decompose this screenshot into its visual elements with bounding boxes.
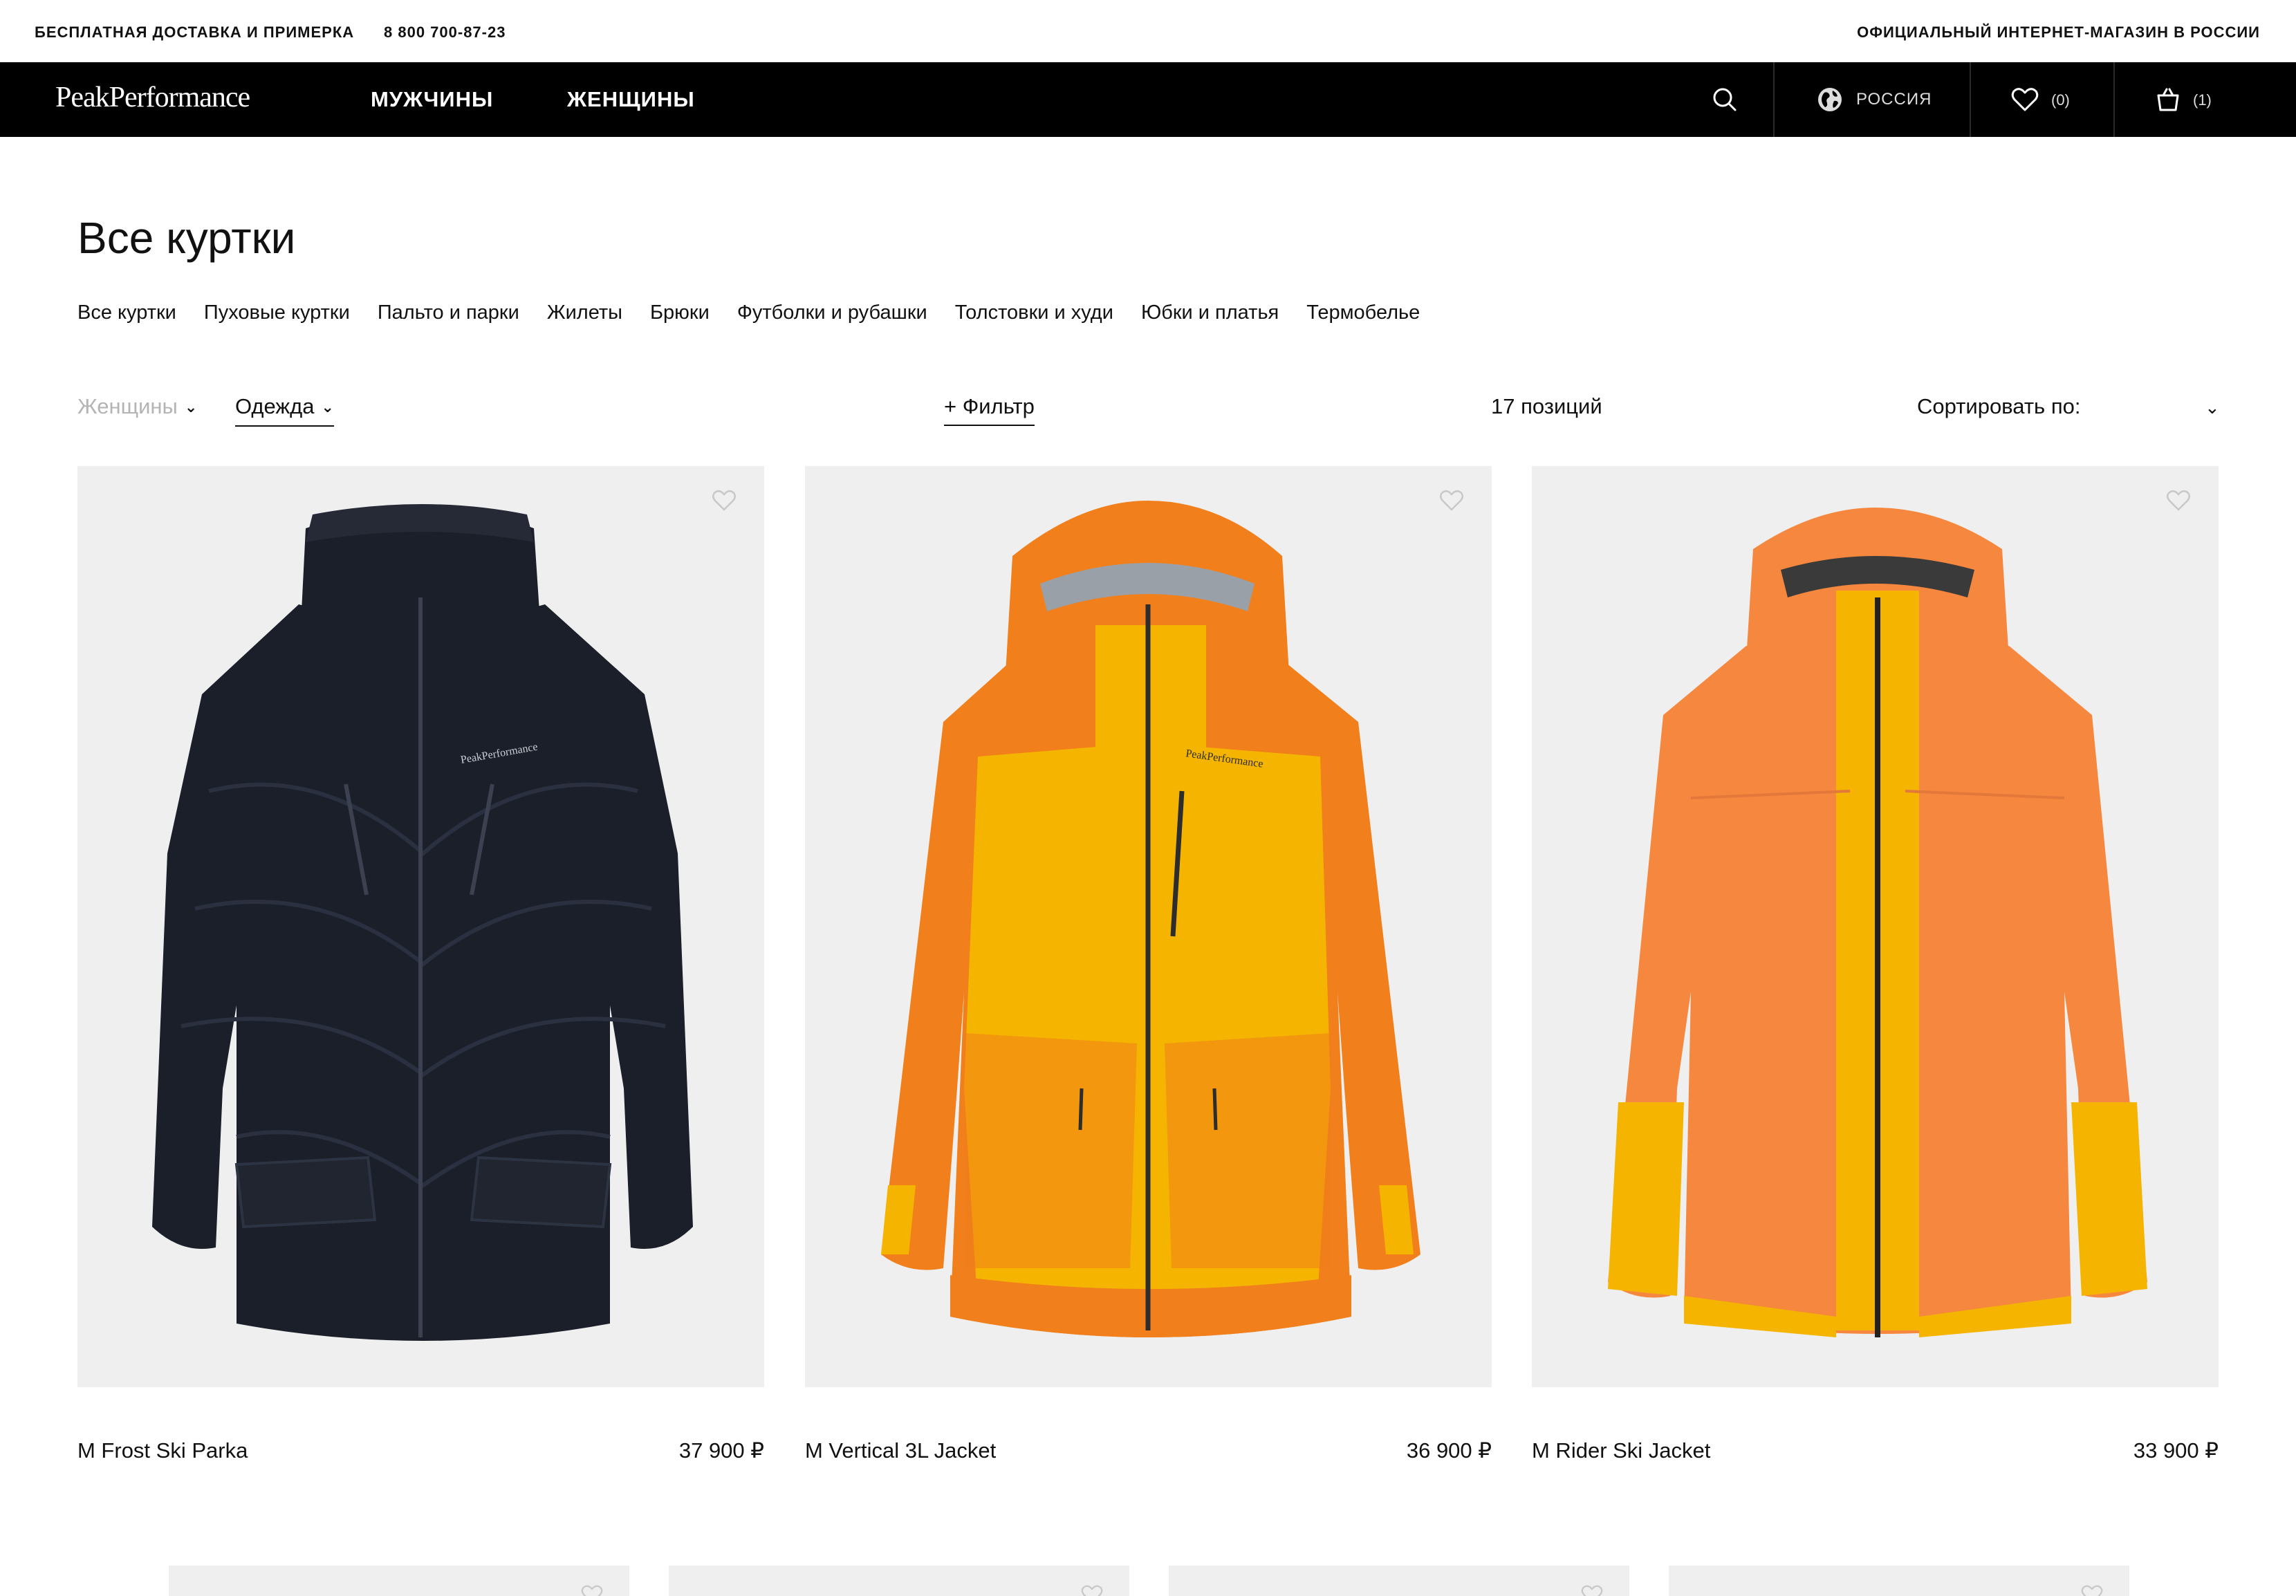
- wishlist-heart-icon[interactable]: [2165, 487, 2192, 514]
- chevron-down-icon: ⌄: [321, 398, 334, 416]
- parka-image: PeakPerformance: [152, 504, 693, 1341]
- category-dropdown-label: Одежда: [235, 394, 315, 418]
- subcategory-vests[interactable]: Жилеты: [547, 299, 622, 326]
- gender-dropdown[interactable]: Женщины ⌄: [77, 389, 197, 425]
- nav-divider: [2113, 62, 2115, 137]
- jacket-image: PeakPerformance: [881, 501, 1420, 1337]
- product-card-partial[interactable]: [1669, 1566, 2129, 1596]
- product-image[interactable]: PeakPerformance: [805, 466, 1492, 1387]
- subcategory-coats-parkas[interactable]: Пальто и парки: [378, 299, 519, 326]
- filter-button[interactable]: + Фильтр: [944, 389, 1035, 426]
- nav-men-link[interactable]: МУЖЧИНЫ: [371, 87, 493, 112]
- product-card[interactable]: M Rider Ski Jacket 33 900 ₽: [1532, 466, 2219, 1463]
- product-card-partial[interactable]: [169, 1566, 629, 1596]
- sort-dropdown-label[interactable]: Сортировать по:: [1917, 389, 2080, 425]
- results-count: 17 позиций: [1491, 394, 1602, 418]
- product-card[interactable]: PeakPerformance M Frost Ski Parka 37 900…: [77, 466, 764, 1463]
- globe-icon: [1818, 88, 1842, 111]
- subcategory-pants[interactable]: Брюки: [650, 299, 710, 326]
- wishlist-heart-icon[interactable]: [1080, 1582, 1104, 1596]
- wishlist-heart-icon[interactable]: [1438, 487, 1465, 514]
- subcategory-tshirts-shirts[interactable]: Футболки и рубашки: [737, 299, 927, 326]
- heart-icon: [2011, 88, 2039, 111]
- wishlist-count: (0): [2051, 91, 2070, 109]
- filter-bar: Женщины ⌄ Одежда ⌄ + Фильтр 17 позиций Сор…: [0, 389, 2296, 430]
- product-price: 33 900 ₽: [2133, 1438, 2219, 1463]
- free-delivery-notice: БЕСПЛАТНАЯ ДОСТАВКА И ПРИМЕРКА: [35, 24, 355, 41]
- subcategory-baselayers[interactable]: Термобелье: [1306, 299, 1420, 326]
- subcategory-down-jackets[interactable]: Пуховые куртки: [204, 299, 350, 326]
- cart-count: (1): [2193, 91, 2212, 109]
- wishlist-heart-icon[interactable]: [580, 1582, 604, 1596]
- nav-women-link[interactable]: ЖЕНЩИНЫ: [567, 87, 695, 112]
- wishlist-heart-icon[interactable]: [710, 487, 738, 514]
- nav-divider: [1773, 62, 1775, 137]
- product-name[interactable]: M Rider Ski Jacket: [1532, 1437, 1710, 1465]
- product-card-partial[interactable]: [669, 1566, 1129, 1596]
- product-price: 37 900 ₽: [678, 1438, 764, 1463]
- product-card[interactable]: PeakPerformance M Vertical 3L Jacket 36 …: [805, 466, 1492, 1463]
- wishlist-button[interactable]: (0): [2010, 83, 2100, 116]
- subcategory-nav: Все куртки Пуховые куртки Пальто и парки…: [77, 299, 1420, 326]
- chevron-down-icon: ⌄: [184, 398, 198, 416]
- phone-number-link[interactable]: 8 800 700-87-23: [384, 24, 506, 41]
- wishlist-heart-icon[interactable]: [2080, 1582, 2104, 1596]
- subcategory-all-jackets[interactable]: Все куртки: [77, 299, 176, 326]
- product-image[interactable]: PeakPerformance: [77, 466, 764, 1387]
- page-title: Все куртки: [77, 213, 296, 263]
- product-image[interactable]: [1532, 466, 2219, 1387]
- gender-dropdown-label: Женщины: [77, 394, 178, 418]
- product-card-partial[interactable]: [1169, 1566, 1629, 1596]
- jacket-image: [1608, 508, 2147, 1337]
- region-selector[interactable]: РОССИЯ: [1816, 83, 1961, 116]
- subcategory-hoodies[interactable]: Толстовки и худи: [955, 299, 1113, 326]
- region-label: РОССИЯ: [1856, 90, 1932, 109]
- subcategory-skirts-dresses[interactable]: Юбки и платья: [1141, 299, 1279, 326]
- top-info-bar: БЕСПЛАТНАЯ ДОСТАВКА И ПРИМЕРКА 8 800 700…: [0, 0, 2296, 62]
- cart-button[interactable]: (1): [2154, 83, 2230, 116]
- category-dropdown[interactable]: Одежда ⌄: [235, 389, 334, 427]
- brand-logo[interactable]: PeakPerformance: [55, 80, 250, 115]
- nav-divider: [1970, 62, 1971, 137]
- product-price: 36 900 ₽: [1406, 1438, 1492, 1463]
- product-name[interactable]: M Frost Ski Parka: [77, 1437, 248, 1465]
- search-icon[interactable]: [1708, 83, 1741, 116]
- product-name[interactable]: M Vertical 3L Jacket: [805, 1437, 996, 1465]
- shopping-bag-icon: [2157, 88, 2179, 111]
- official-store-notice: ОФИЦИАЛЬНЫЙ ИНТЕРНЕТ-МАГАЗИН В РОССИИ: [1857, 24, 2260, 41]
- wishlist-heart-icon[interactable]: [1580, 1582, 1604, 1596]
- sort-chevron-down-icon[interactable]: ⌄: [2205, 398, 2220, 416]
- main-navigation: PeakPerformance МУЖЧИНЫ ЖЕНЩИНЫ РОССИЯ (…: [0, 62, 2296, 137]
